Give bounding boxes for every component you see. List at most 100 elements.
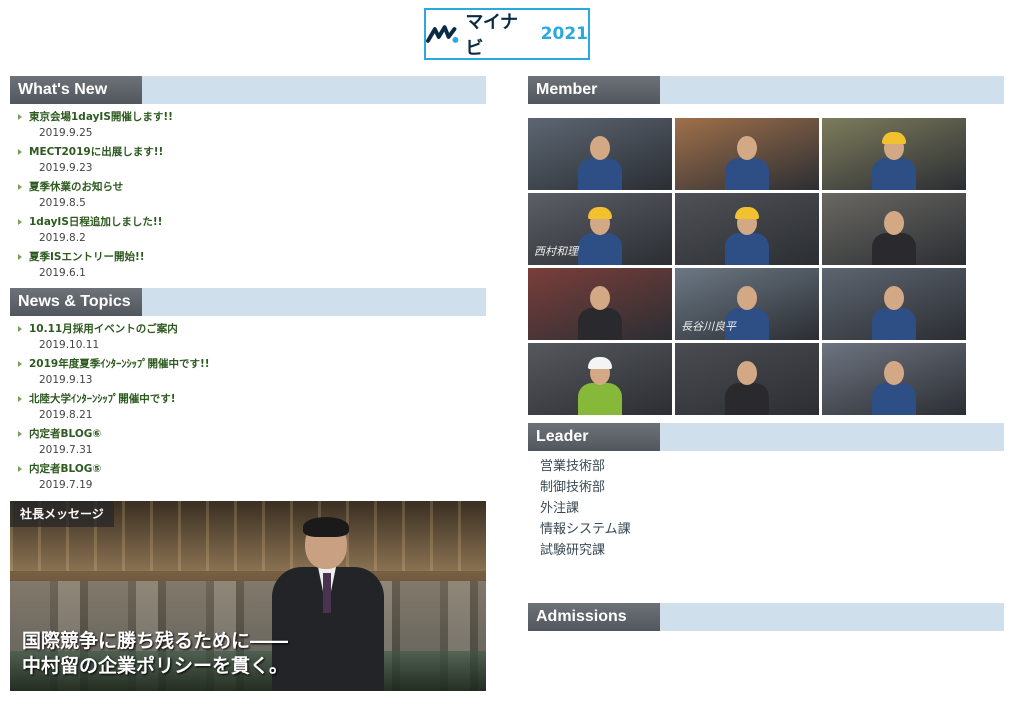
news-link[interactable]: 夏季休業のお知らせ — [10, 180, 486, 195]
news-title-text: 北陸大学ｲﾝﾀｰﾝｼｯﾌﾟ開催中です! — [29, 393, 176, 405]
member-figure — [725, 357, 769, 415]
news-topics-list: 10.11月採用イベントのご案内 2019.10.11 2019年度夏季ｲﾝﾀｰ… — [10, 322, 486, 497]
member-figure — [578, 132, 622, 190]
list-item: 1dayIS日程追加しました!! 2019.8.2 — [10, 215, 486, 250]
news-date: 2019.8.21 — [39, 409, 93, 421]
arrow-right-icon — [18, 149, 22, 155]
leader-list: 営業技術部 制御技術部 外注課 情報システム課 試験研究課 — [540, 456, 631, 561]
news-topics-title: News & Topics — [10, 288, 142, 316]
news-date: 2019.7.19 — [39, 479, 93, 491]
member-figure — [725, 207, 769, 265]
leader-link[interactable]: 試験研究課 — [540, 540, 631, 561]
member-photo-grid: 西村和理長谷川良平 — [528, 118, 966, 415]
member-figure — [725, 132, 769, 190]
news-title-text: 内定者BLOG⑤ — [29, 463, 102, 475]
leader-title: Leader — [528, 423, 660, 451]
leader-link[interactable]: 制御技術部 — [540, 477, 631, 498]
member-photo-tile[interactable] — [822, 193, 966, 265]
list-item: 夏季休業のお知らせ 2019.8.5 — [10, 180, 486, 215]
news-link[interactable]: 2019年度夏季ｲﾝﾀｰﾝｼｯﾌﾟ開催中です!! — [10, 357, 486, 372]
member-photo-tile[interactable]: 西村和理 — [528, 193, 672, 265]
member-photo-tile[interactable] — [822, 343, 966, 415]
list-item: 内定者BLOG⑤ 2019.7.19 — [10, 462, 486, 497]
member-figure — [872, 357, 916, 415]
news-topics-header: News & Topics — [10, 288, 486, 316]
admissions-title: Admissions — [528, 603, 660, 631]
mynavi-mark-icon — [426, 25, 459, 43]
arrow-right-icon — [18, 326, 22, 332]
list-item: 2019年度夏季ｲﾝﾀｰﾝｼｯﾌﾟ開催中です!! 2019.9.13 — [10, 357, 486, 392]
arrow-right-icon — [18, 254, 22, 260]
member-figure — [578, 282, 622, 340]
news-link[interactable]: 東京会場1dayIS開催します!! — [10, 110, 486, 125]
member-handwritten-name: 西村和理 — [534, 245, 578, 258]
member-photo-tile[interactable] — [528, 268, 672, 340]
logo-year: 2021 — [540, 24, 588, 44]
news-date: 2019.9.23 — [39, 162, 93, 174]
list-item: 夏季ISエントリー開始!! 2019.6.1 — [10, 250, 486, 285]
member-header: Member — [528, 76, 1004, 104]
arrow-right-icon — [18, 184, 22, 190]
news-link[interactable]: 1dayIS日程追加しました!! — [10, 215, 486, 230]
logo-text: マイナビ — [465, 12, 518, 59]
member-photo-tile[interactable] — [822, 268, 966, 340]
leader-link[interactable]: 営業技術部 — [540, 456, 631, 477]
admissions-header[interactable]: Admissions — [528, 603, 1004, 631]
news-date: 2019.9.25 — [39, 127, 93, 139]
whats-new-list: 東京会場1dayIS開催します!! 2019.9.25 MECT2019に出展し… — [10, 110, 486, 285]
list-item: MECT2019に出展します!! 2019.9.23 — [10, 145, 486, 180]
news-date: 2019.9.13 — [39, 374, 93, 386]
news-link[interactable]: MECT2019に出展します!! — [10, 145, 486, 160]
news-title-text: 1dayIS日程追加しました!! — [29, 216, 163, 228]
list-item: 内定者BLOG⑥ 2019.7.31 — [10, 427, 486, 462]
news-link[interactable]: 北陸大学ｲﾝﾀｰﾝｼｯﾌﾟ開催中です! — [10, 392, 486, 407]
member-figure — [872, 207, 916, 265]
member-photo-tile[interactable] — [675, 193, 819, 265]
arrow-right-icon — [18, 431, 22, 437]
news-title-text: 2019年度夏季ｲﾝﾀｰﾝｼｯﾌﾟ開催中です!! — [29, 358, 210, 370]
list-item: 東京会場1dayIS開催します!! 2019.9.25 — [10, 110, 486, 145]
member-photo-tile[interactable] — [675, 343, 819, 415]
news-date: 2019.7.31 — [39, 444, 93, 456]
arrow-right-icon — [18, 361, 22, 367]
leader-link[interactable]: 外注課 — [540, 498, 631, 519]
president-photo — [272, 517, 384, 691]
member-handwritten-name: 長谷川良平 — [681, 320, 736, 333]
news-date: 2019.6.1 — [39, 267, 86, 279]
member-title: Member — [528, 76, 660, 104]
arrow-right-icon — [18, 219, 22, 225]
member-figure — [872, 282, 916, 340]
news-link[interactable]: 夏季ISエントリー開始!! — [10, 250, 486, 265]
news-title-text: MECT2019に出展します!! — [29, 146, 164, 158]
news-link[interactable]: 内定者BLOG⑤ — [10, 462, 486, 477]
arrow-right-icon — [18, 396, 22, 402]
member-figure — [872, 132, 916, 190]
member-figure — [578, 357, 622, 415]
news-title-text: 東京会場1dayIS開催します!! — [29, 111, 173, 123]
news-date: 2019.8.2 — [39, 232, 86, 244]
news-title-text: 夏季休業のお知らせ — [29, 181, 124, 193]
member-photo-tile[interactable]: 長谷川良平 — [675, 268, 819, 340]
message-line-2: 中村留の企業ポリシーを貫く。 — [22, 655, 289, 677]
member-figure — [578, 207, 622, 265]
mynavi-logo[interactable]: マイナビ 2021 — [424, 8, 590, 60]
member-photo-tile[interactable] — [822, 118, 966, 190]
member-photo-tile[interactable] — [528, 343, 672, 415]
message-line-1: 国際競争に勝ち残るために―― — [22, 630, 289, 652]
whats-new-title: What's New — [10, 76, 142, 104]
news-title-text: 夏季ISエントリー開始!! — [29, 251, 145, 263]
list-item: 10.11月採用イベントのご案内 2019.10.11 — [10, 322, 486, 357]
news-link[interactable]: 内定者BLOG⑥ — [10, 427, 486, 442]
news-date: 2019.8.5 — [39, 197, 86, 209]
president-message-text: 国際競争に勝ち残るために―― 中村留の企業ポリシーを貫く。 — [22, 629, 288, 679]
member-photo-tile[interactable] — [675, 118, 819, 190]
news-title-text: 10.11月採用イベントのご案内 — [29, 323, 178, 335]
president-message-banner[interactable]: 社長メッセージ 国際競争に勝ち残るために―― 中村留の企業ポリシーを貫く。 — [10, 501, 486, 691]
leader-link[interactable]: 情報システム課 — [540, 519, 631, 540]
member-photo-tile[interactable] — [528, 118, 672, 190]
whats-new-header: What's New — [10, 76, 486, 104]
list-item: 北陸大学ｲﾝﾀｰﾝｼｯﾌﾟ開催中です! 2019.8.21 — [10, 392, 486, 427]
news-date: 2019.10.11 — [39, 339, 100, 351]
news-link[interactable]: 10.11月採用イベントのご案内 — [10, 322, 486, 337]
news-title-text: 内定者BLOG⑥ — [29, 428, 102, 440]
